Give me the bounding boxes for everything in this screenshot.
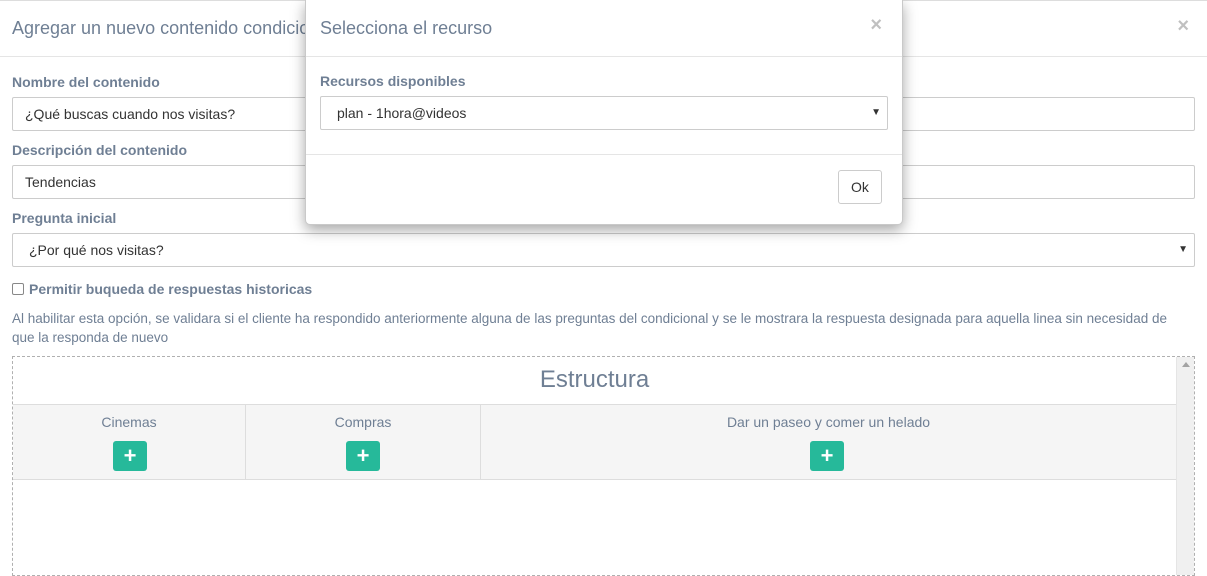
history-search-option: Permitir buqueda de respuestas historica… [12, 281, 312, 297]
select-resource-dialog: Selecciona el recurso × Recursos disponi… [305, 0, 903, 225]
help-text: Al habilitar esta opción, se validara si… [12, 311, 1167, 345]
plus-icon: + [123, 443, 137, 468]
content-description-label: Descripción del contenido [12, 142, 188, 158]
add-cinemas-button[interactable]: + [113, 441, 147, 471]
scroll-up-arrow-icon[interactable] [1182, 362, 1190, 367]
add-compras-button[interactable]: + [346, 441, 380, 471]
available-resources-label: Recursos disponibles [320, 73, 466, 89]
initial-question-label: Pregunta inicial [12, 210, 117, 226]
close-icon[interactable]: × [1177, 15, 1189, 38]
structure-columns: Cinemas + Compras + Dar un paseo y comer… [13, 404, 1176, 480]
add-paseo-button[interactable]: + [810, 441, 844, 471]
resource-select[interactable]: plan - 1hora@videos ▼ [320, 96, 888, 130]
dialog-title: Agregar un nuevo contenido condicional [12, 18, 334, 38]
content-name-label: Nombre del contenido [12, 74, 160, 90]
column-paseo: Dar un paseo y comer un helado + [481, 405, 1176, 479]
plus-icon: + [356, 443, 370, 468]
structure-panel: Estructura Cinemas + Compras + Dar un pa… [12, 356, 1195, 576]
content-description-value: Tendencias [25, 174, 96, 190]
ok-button[interactable]: Ok [838, 170, 882, 204]
caret-down-icon: ▼ [871, 107, 881, 118]
caret-down-icon: ▼ [1178, 244, 1188, 255]
column-cinemas: Cinemas + [13, 405, 246, 479]
history-search-label[interactable]: Permitir buqueda de respuestas historica… [29, 281, 312, 297]
column-compras: Compras + [246, 405, 481, 479]
column-label: Compras [334, 414, 392, 430]
resource-select-value: plan - 1hora@videos [337, 105, 467, 121]
vertical-scrollbar[interactable] [1176, 357, 1194, 575]
column-label: Cinemas [101, 414, 157, 430]
resource-dialog-footer [306, 154, 902, 155]
structure-title: Estructura [539, 366, 650, 393]
plus-icon: + [820, 443, 834, 468]
column-label: Dar un paseo y comer un helado [726, 414, 931, 430]
content-name-value: ¿Qué buscas cuando nos visitas? [25, 106, 236, 122]
resource-dialog-title: Selecciona el recurso [320, 18, 493, 38]
history-search-checkbox[interactable] [12, 283, 24, 295]
initial-question-select[interactable]: ¿Por qué nos visitas? ▼ [12, 233, 1195, 267]
close-icon[interactable]: × [870, 14, 882, 37]
initial-question-value: ¿Por qué nos visitas? [29, 242, 164, 258]
resource-dialog-header: Selecciona el recurso × [306, 0, 902, 57]
